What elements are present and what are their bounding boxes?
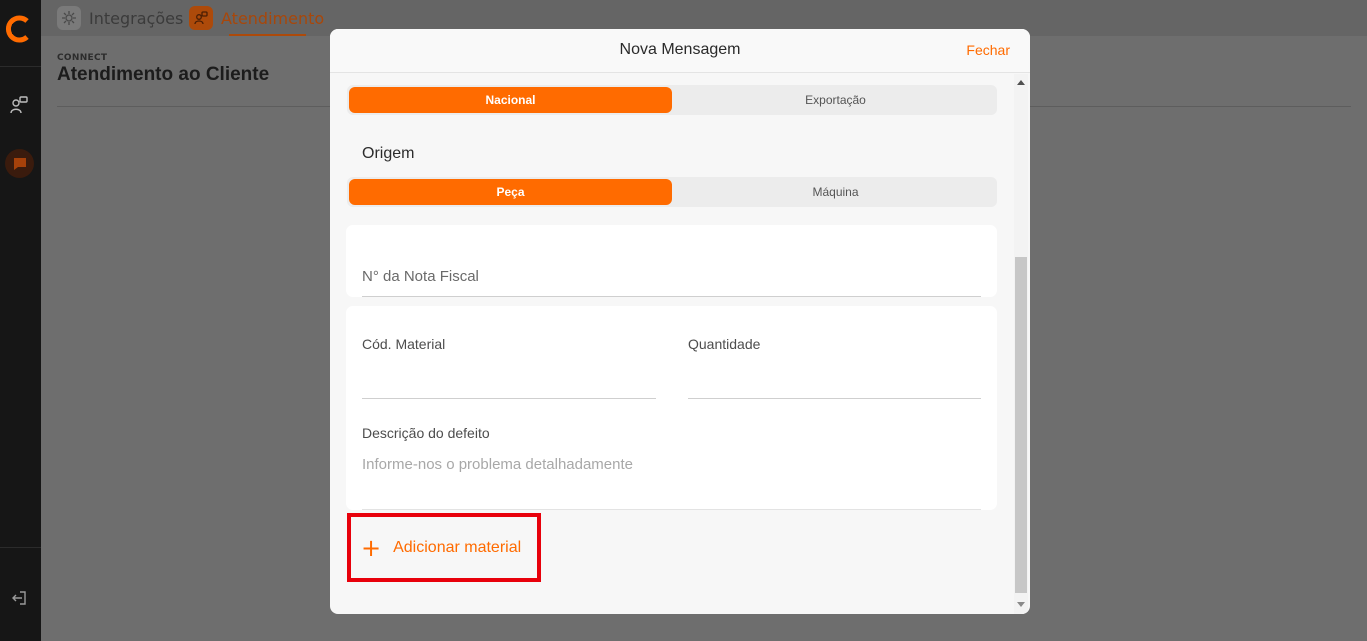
- scroll-up-icon[interactable]: [1017, 80, 1025, 85]
- chat-nav-icon[interactable]: [5, 149, 34, 178]
- origin-label: Origem: [362, 145, 415, 162]
- tab-integrations-label: Integrações: [89, 8, 184, 28]
- invoice-card: N° da Nota Fiscal: [346, 225, 997, 297]
- integrations-icon: [57, 6, 81, 30]
- modal-header: Nova Mensagem Fechar: [330, 29, 1030, 73]
- sidebar-divider: [0, 66, 41, 67]
- active-tab-indicator: [229, 34, 306, 36]
- quantity-input[interactable]: [688, 368, 981, 392]
- plus-icon: +: [361, 533, 382, 562]
- close-button[interactable]: Fechar: [966, 42, 1010, 58]
- tab-support[interactable]: Atendimento: [189, 4, 324, 32]
- origin-toggle: Peça Máquina: [347, 177, 997, 207]
- origin-option-part[interactable]: Peça: [349, 179, 672, 205]
- support-icon: [189, 6, 213, 30]
- defect-description-label: Descrição do defeito: [362, 425, 490, 441]
- market-toggle: Nacional Exportação: [347, 85, 997, 115]
- modal-scrollbar[interactable]: [1014, 74, 1028, 614]
- defect-description-field[interactable]: Informe-nos o problema detalhadamente: [362, 456, 633, 473]
- material-code-label: Cód. Material: [362, 336, 446, 352]
- market-option-export[interactable]: Exportação: [674, 85, 997, 115]
- left-sidebar: [0, 0, 41, 641]
- support-nav-icon[interactable]: [8, 94, 30, 116]
- new-message-modal: Nova Mensagem Fechar Nacional Exportação…: [330, 29, 1030, 614]
- add-material-label: Adicionar material: [393, 538, 522, 556]
- breadcrumb: CONNECT: [57, 53, 108, 63]
- modal-title: Nova Mensagem: [619, 41, 741, 58]
- scroll-thumb[interactable]: [1015, 257, 1027, 593]
- scroll-down-icon[interactable]: [1017, 602, 1025, 607]
- sidebar-divider: [0, 547, 41, 548]
- logout-icon[interactable]: [8, 587, 30, 609]
- market-option-national[interactable]: Nacional: [349, 87, 672, 113]
- material-card: Cód. Material Quantidade Descrição do de…: [346, 306, 997, 510]
- tab-integrations[interactable]: Integrações: [57, 4, 183, 32]
- tab-support-label: Atendimento: [221, 8, 325, 28]
- add-material-button[interactable]: + Adicionar material: [347, 513, 541, 582]
- invoice-number-field[interactable]: N° da Nota Fiscal: [362, 268, 479, 285]
- brand-logo-icon[interactable]: [3, 14, 33, 44]
- origin-option-machine[interactable]: Máquina: [674, 177, 997, 207]
- defect-field-underline: [362, 509, 981, 510]
- invoice-field-underline: [362, 296, 981, 297]
- material-code-input[interactable]: [362, 368, 656, 392]
- quantity-underline: [688, 398, 981, 399]
- material-code-underline: [362, 398, 656, 399]
- page-title: Atendimento ao Cliente: [57, 64, 270, 85]
- quantity-label: Quantidade: [688, 336, 761, 352]
